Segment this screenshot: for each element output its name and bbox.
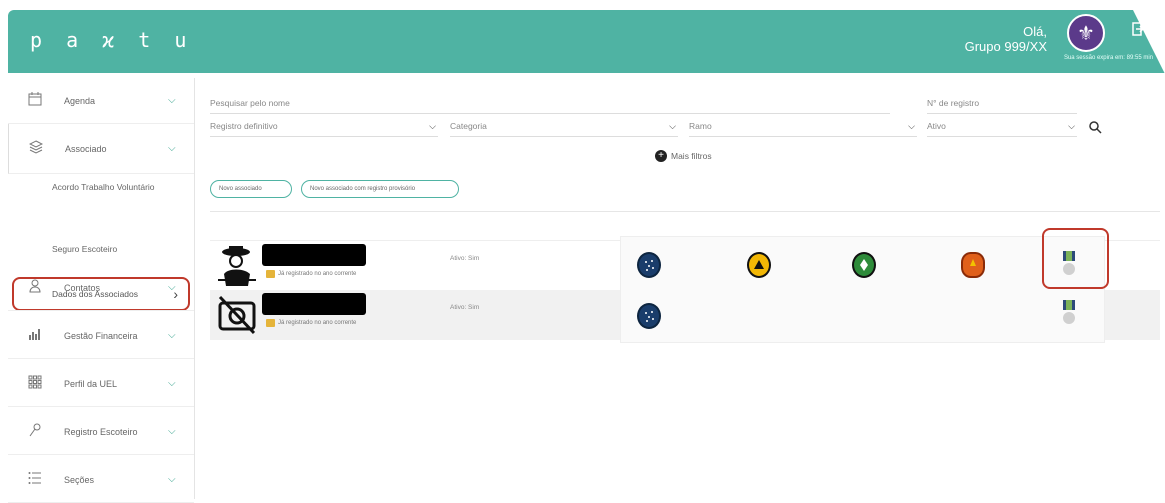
- no-photo-icon: [216, 293, 258, 337]
- new-associado-button[interactable]: Novo associado: [210, 180, 292, 198]
- cruzeiro-badge-icon[interactable]: [637, 303, 661, 329]
- sidebar-item-gestao-financeira[interactable]: Gestão Financeira ⌵: [8, 313, 194, 359]
- calendar-icon: [24, 91, 46, 110]
- chevron-down-icon: ⌵: [168, 282, 176, 293]
- key-icon: [24, 423, 46, 441]
- chevron-down-icon: ⌵: [1068, 121, 1075, 131]
- sidebar-item-associado[interactable]: Associado ⌵: [8, 124, 194, 174]
- cruzeiro-badge-icon[interactable]: [637, 252, 661, 278]
- registro-number-input[interactable]: N° de registro: [927, 98, 1077, 114]
- lock-icon: [266, 270, 275, 278]
- ramo-value: Ramo: [689, 121, 712, 131]
- new-associado-provisorio-label: Novo associado com registro provisório: [310, 186, 416, 192]
- new-associado-provisorio-button[interactable]: Novo associado com registro provisório: [301, 180, 459, 198]
- redacted-name: [262, 244, 366, 266]
- categoria-value: Categoria: [450, 121, 487, 131]
- logout-icon[interactable]: [1132, 22, 1145, 36]
- divider: [210, 211, 1160, 212]
- medal-icon[interactable]: [1062, 300, 1076, 331]
- chevron-down-icon: ⌵: [168, 95, 176, 106]
- chevron-down-icon: ⌵: [168, 378, 176, 389]
- chevron-down-icon: ⌵: [908, 121, 915, 131]
- list-icon: [24, 471, 46, 489]
- sidebar-label: Perfil da UEL: [64, 378, 118, 389]
- registration-status: Já registrado no ano corrente: [266, 319, 356, 327]
- scout-emblem-avatar[interactable]: ⚜: [1067, 14, 1105, 52]
- badges-panel: [620, 236, 1105, 343]
- user-greeting: Olá, Grupo 999/XX: [965, 24, 1047, 54]
- member-photo: [216, 244, 258, 288]
- active-status: Ativo: Sim: [450, 304, 480, 311]
- layers-icon: [25, 139, 47, 158]
- app-header: p a ϰ t u Olá, Grupo 999/XX: [8, 10, 1165, 73]
- more-filters-label: Mais filtros: [671, 151, 712, 161]
- sidebar: Agenda ⌵ Associado ⌵ Acordo Trabalho Vol…: [8, 78, 195, 503]
- session-timer: Sua sessão expira em: 89:55 min: [1063, 55, 1153, 61]
- sidebar-item-perfil-uel[interactable]: Perfil da UEL ⌵: [8, 361, 194, 407]
- group-name: Grupo 999/XX: [964, 39, 1047, 54]
- sidebar-label: Agenda: [64, 95, 96, 106]
- chevron-down-icon: ⌵: [669, 121, 676, 131]
- sidebar-label: Contatos: [64, 282, 101, 293]
- app-logo[interactable]: p a ϰ t u: [30, 28, 192, 52]
- person-icon: [24, 279, 46, 297]
- medal-highlight-box: [1042, 228, 1109, 289]
- sidebar-item-contatos[interactable]: Contatos ⌵: [8, 265, 194, 311]
- main-content: Pesquisar pelo nome N° de registro Regis…: [205, 88, 1160, 499]
- sidebar-item-registro-escoteiro[interactable]: Registro Escoteiro ⌵: [8, 409, 194, 455]
- sidebar-item-agenda[interactable]: Agenda ⌵: [8, 78, 194, 124]
- registration-status: Já registrado no ano corrente: [266, 270, 356, 278]
- chevron-down-icon: ⌵: [168, 330, 176, 341]
- ativo-value: Ativo: [927, 121, 946, 131]
- chevron-down-icon: ⌵: [168, 474, 176, 485]
- lock-icon: [266, 319, 275, 327]
- bar-chart-icon: [24, 327, 46, 345]
- registro-type-select[interactable]: Registro definitivo ⌵: [210, 121, 438, 137]
- more-filters-button[interactable]: + Mais filtros: [655, 150, 712, 162]
- ramo-select[interactable]: Ramo ⌵: [689, 121, 917, 137]
- categoria-select[interactable]: Categoria ⌵: [450, 121, 678, 137]
- escoteiro-badge-icon[interactable]: [852, 252, 876, 278]
- chevron-down-icon: ⌵: [168, 143, 176, 154]
- chevron-down-icon: ⌵: [429, 121, 436, 131]
- plus-icon: +: [655, 150, 667, 162]
- sidebar-item-secoes[interactable]: Seções ⌵: [8, 457, 194, 503]
- sidebar-subitem-acordo[interactable]: Acordo Trabalho Voluntário: [52, 182, 155, 192]
- ativo-select[interactable]: Ativo ⌵: [927, 121, 1077, 137]
- sidebar-label: Registro Escoteiro: [64, 426, 138, 437]
- senior-badge-icon[interactable]: [961, 252, 985, 278]
- sidebar-label: Seções: [64, 474, 95, 485]
- lobinho-badge-icon[interactable]: [747, 252, 771, 278]
- sidebar-subitem-seguro[interactable]: Seguro Escoteiro: [52, 244, 117, 254]
- new-associado-label: Novo associado: [219, 186, 262, 192]
- search-icon[interactable]: [1089, 121, 1102, 137]
- active-status: Ativo: Sim: [450, 255, 480, 262]
- search-name-placeholder: Pesquisar pelo nome: [210, 98, 290, 108]
- sidebar-label: Gestão Financeira: [64, 330, 138, 341]
- sidebar-label: Associado: [65, 143, 107, 154]
- registro-type-value: Registro definitivo: [210, 121, 278, 131]
- chevron-down-icon: ⌵: [168, 426, 176, 437]
- registration-text: Já registrado no ano corrente: [278, 320, 357, 326]
- search-name-input[interactable]: Pesquisar pelo nome: [210, 98, 890, 114]
- registro-number-placeholder: N° de registro: [927, 98, 980, 108]
- greeting-text: Olá,: [1023, 24, 1047, 39]
- grid-icon: [24, 375, 46, 393]
- registration-text: Já registrado no ano corrente: [278, 271, 357, 277]
- redacted-name: [262, 293, 366, 315]
